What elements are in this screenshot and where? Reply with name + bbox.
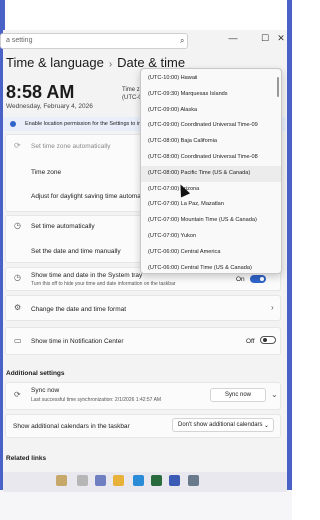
widgets-icon[interactable] [56, 475, 67, 486]
minimize-button[interactable]: — [226, 33, 240, 43]
timezone-option[interactable]: (UTC-07:00) La Paz, Mazatlan [141, 197, 281, 213]
timezone-dropdown[interactable]: (UTC-10:00) Hawaii (UTC-09:30) Marquesas … [140, 68, 282, 274]
timezone-option[interactable]: (UTC-06:00) Central America [141, 245, 281, 261]
timezone-option[interactable]: (UTC-07:00) Mountain Time (US & Canada) [141, 213, 281, 229]
current-time: 8:58 AM [6, 82, 75, 102]
info-icon [10, 121, 16, 127]
current-date: Wednesday, February 4, 2026 [6, 103, 93, 110]
excel-icon[interactable] [151, 475, 162, 486]
timezone-option[interactable]: (UTC-08:00) Coordinated Universal Time-0… [141, 150, 281, 166]
search-icon[interactable]: ⌕ [180, 36, 190, 46]
sync-description: Last successful time synchronization: 2/… [31, 397, 162, 403]
clock-icon: ◷ [14, 221, 21, 230]
timezone-option[interactable]: (UTC-08:00) Baja California [141, 134, 281, 150]
show-tray-label: Show time and date in the System tray [31, 272, 143, 279]
show-tray-state: On [236, 276, 245, 283]
timezone-option[interactable]: (UTC-09:30) Marquesas Islands [141, 87, 281, 103]
timezone-option[interactable]: (UTC-08:00) Pacific Time (US & Canada) [141, 165, 281, 182]
additional-settings-heading: Additional settings [6, 370, 65, 377]
notification-toggle[interactable] [260, 336, 276, 344]
show-tray-description: Turn this off to hide your time and date… [31, 281, 176, 287]
calendars-select[interactable]: Don't show additional calendars ⌄ [172, 418, 274, 432]
settings-icon[interactable] [188, 475, 199, 486]
chevron-down-icon: ⌄ [263, 423, 269, 429]
timezone-option[interactable]: (UTC-07:00) Arizona [141, 182, 281, 198]
set-time-auto-label: Set time automatically [31, 223, 95, 230]
store-icon[interactable] [169, 475, 180, 486]
timezone-option[interactable]: (UTC-10:00) Hawaii [141, 71, 281, 87]
timezone-option[interactable]: (UTC-07:00) Yukon [141, 229, 281, 245]
search-input[interactable]: a setting [0, 33, 188, 49]
related-links-heading: Related links [6, 455, 47, 462]
timezone-label: Time zone [31, 169, 62, 176]
change-format-label: Change the date and time format [31, 306, 127, 313]
sync-icon: ⟳ [14, 390, 21, 399]
chevron-down-icon[interactable]: ⌄ [271, 390, 278, 399]
calendars-label: Show additional calendars in the taskbar [13, 423, 130, 430]
clock-icon: ⟳ [14, 141, 21, 150]
timezone-option[interactable]: (UTC-09:00) Coordinated Universal Time-0… [141, 118, 281, 134]
chevron-right-icon: › [271, 303, 274, 312]
chevron-right-icon: › [108, 59, 113, 70]
maximize-button[interactable]: ☐ [258, 33, 272, 44]
edge-icon[interactable] [133, 475, 144, 486]
notification-center-label: Show time in Notification Center [31, 338, 124, 345]
breadcrumb-section[interactable]: Time & language [6, 55, 104, 70]
start-icon[interactable] [77, 475, 88, 486]
timezone-option[interactable]: (UTC-09:00) Alaska [141, 103, 281, 119]
desktop-bottom [0, 490, 292, 520]
sync-title: Sync now [31, 387, 60, 394]
sync-now-button[interactable]: Sync now [210, 388, 266, 402]
folder-icon[interactable] [113, 475, 124, 486]
clock-icon: ◷ [14, 273, 21, 282]
taskbar [3, 472, 287, 492]
timezone-option[interactable]: (UTC-06:00) Central Time (US & Canada) [141, 261, 281, 273]
format-icon: ⚙ [14, 303, 22, 312]
chrome-icon[interactable] [95, 475, 106, 486]
notification-state: Off [246, 338, 255, 345]
close-button[interactable]: ✕ [274, 33, 288, 44]
show-tray-toggle[interactable] [250, 275, 266, 283]
set-timezone-auto-label: Set time zone automatically [31, 143, 111, 150]
notification-icon: ▭ [14, 336, 22, 345]
desktop-frame-right [287, 0, 292, 520]
set-manually-label: Set the date and time manually [31, 248, 121, 255]
dst-label: Adjust for daylight saving time automati… [31, 193, 151, 200]
